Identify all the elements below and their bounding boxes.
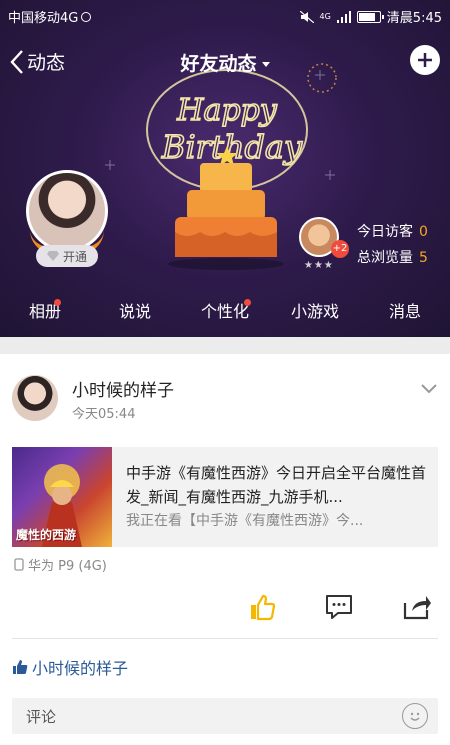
comment-placeholder: 评论: [26, 708, 57, 726]
status-bar: 中国移动4G 4G 清晨5:45: [0, 0, 450, 30]
shared-link-thumbnail: 魔性的西游: [12, 447, 112, 547]
emoji-button[interactable]: [402, 703, 428, 729]
happy-text: Happy: [176, 93, 277, 128]
tab-personalize[interactable]: 个性化: [180, 292, 270, 334]
share-icon: [403, 596, 431, 620]
phone-icon: [14, 558, 24, 571]
total-views-label: 总浏览量: [357, 250, 413, 266]
today-visitors-label: 今日访客: [357, 224, 413, 240]
visitor-count-badge: +2: [331, 240, 349, 258]
vip-label: 开通: [62, 249, 87, 264]
post-author-name[interactable]: 小时候的样子: [72, 376, 174, 401]
profile-tabs: 相册 说说 个性化 小游戏 消息: [0, 292, 450, 334]
shared-link-title: 中手游《有魔性西游》今日开启全平台魔性首发_新闻_有魔性西游_九游手机...: [126, 464, 426, 506]
section-divider: [0, 337, 450, 354]
tab-mini-games[interactable]: 小游戏: [270, 292, 360, 334]
comment-button[interactable]: [322, 590, 356, 624]
tab-messages[interactable]: 消息: [360, 292, 450, 334]
hd-icon: [81, 11, 92, 22]
notification-dot: [244, 299, 251, 306]
total-views-count: 5: [419, 250, 428, 266]
network-badge: 4G: [319, 12, 331, 21]
vip-open-badge[interactable]: 开通: [36, 245, 98, 267]
divider: [12, 638, 438, 639]
post-author-avatar[interactable]: [12, 375, 58, 421]
liked-by-user[interactable]: 小时候的样子: [32, 655, 128, 679]
visitor-stars: ★★★: [304, 260, 334, 271]
diamond-icon: [46, 251, 59, 261]
notification-dot: [54, 299, 61, 306]
carrier-label: 中国移动4G: [8, 11, 79, 26]
visitor-stats[interactable]: 今日访客 0 总浏览量 5: [357, 219, 428, 271]
likes-row: 小时候的样子: [12, 655, 128, 679]
post-timestamp: 今天05:44: [72, 407, 136, 422]
vibrate-mute-icon: [299, 10, 314, 23]
screen: Happy Birthday 中国移动4G 4G 清晨5:45 动态 好友动态 …: [0, 0, 450, 745]
tab-moments[interactable]: 说说: [90, 292, 180, 334]
device-label: 华为 P9 (4G): [28, 559, 107, 574]
comment-icon: [326, 595, 352, 619]
plus-icon: [418, 53, 432, 67]
page-title[interactable]: 好友动态: [0, 49, 450, 76]
tab-album[interactable]: 相册: [0, 292, 90, 334]
smiley-icon: [410, 712, 420, 721]
comment-input[interactable]: 评论: [12, 698, 438, 734]
header-banner: Happy Birthday 中国移动4G 4G 清晨5:45 动态 好友动态 …: [0, 0, 450, 337]
thumbs-up-icon: [251, 594, 276, 621]
post-options-button[interactable]: [420, 380, 438, 399]
nav-bar: 动态 好友动态: [0, 40, 450, 84]
like-button[interactable]: [245, 590, 279, 624]
shared-link-card[interactable]: 魔性的西游 中手游《有魔性西游》今日开启全平台魔性首发_新闻_有魔性西游_九游手…: [12, 447, 438, 547]
shared-link-description: 我正在看【中手游《有魔性西游》今...: [126, 513, 364, 529]
profile-avatar[interactable]: [26, 170, 108, 252]
thumbs-up-icon: [13, 660, 28, 674]
caret-down-icon: [261, 62, 270, 67]
device-info: 华为 P9 (4G): [14, 555, 107, 574]
clock: 清晨5:45: [386, 11, 442, 26]
share-button[interactable]: [400, 590, 434, 624]
thumbnail-text: 魔性的西游: [16, 528, 77, 542]
battery-icon: [356, 10, 384, 23]
post-action-bar: [0, 590, 450, 626]
add-post-button[interactable]: [410, 45, 440, 75]
chevron-down-icon: [421, 384, 437, 394]
today-visitors-count: 0: [419, 224, 428, 240]
signal-icon: [336, 10, 351, 23]
